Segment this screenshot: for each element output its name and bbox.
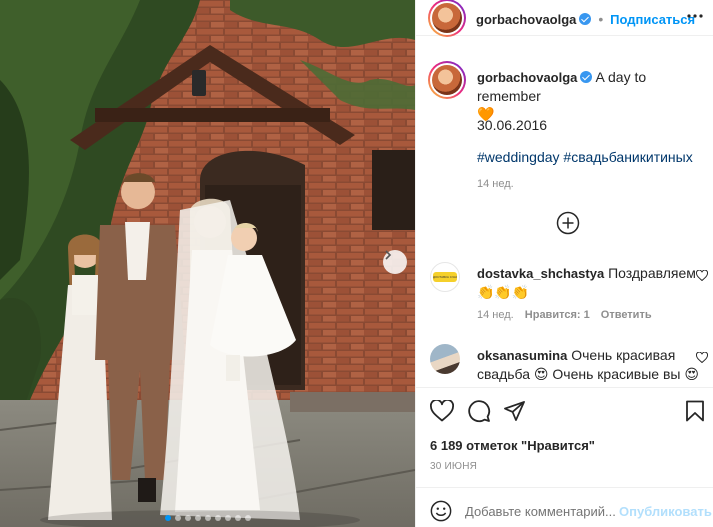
share-paper-plane-icon[interactable] [503, 400, 526, 422]
carousel-dot [224, 515, 231, 521]
comment-text-continued: Очень красивые вы [552, 366, 681, 382]
caption-hashtags: #weddingday #свадьбаникитиных [477, 149, 693, 165]
likes-count[interactable]: 6 189 отметок "Нравится" [430, 438, 595, 453]
comment-meta: 14 нед. Нравится: 1 Ответить [477, 309, 652, 321]
hashtag-link[interactable]: #weddingday [477, 149, 560, 165]
post-date: 30 ИЮНЯ [430, 461, 478, 472]
comment-like-heart-icon[interactable] [696, 270, 708, 281]
comment: dostavka_shchastya Поздравляем 👏👏👏 [477, 264, 697, 301]
follow-button[interactable]: Подписаться [610, 12, 695, 27]
composer-divider [416, 487, 713, 488]
comment-likes[interactable]: Нравится: 1 [525, 309, 590, 321]
caption: gorbachovaolga A day to remember 🧡 [477, 68, 702, 123]
caption-username[interactable]: gorbachovaolga [477, 70, 577, 85]
verified-badge-icon [580, 71, 593, 83]
author-username[interactable]: gorbachovaolga [476, 12, 576, 27]
comment-emoji: 😍 [533, 366, 549, 382]
save-bookmark-icon[interactable] [685, 400, 705, 422]
post-photo[interactable] [0, 0, 415, 527]
comment-input[interactable] [465, 500, 615, 522]
caption-author-avatar[interactable] [428, 61, 466, 99]
comment-emoji: 😍 [684, 366, 699, 382]
comment-bubble-icon[interactable] [467, 399, 491, 423]
commenter-logo: ДОСТАВКА СЧАСТЬЯ [433, 272, 457, 282]
carousel-dot [184, 515, 191, 521]
more-options-icon[interactable] [687, 14, 703, 18]
comment-like-heart-icon[interactable] [696, 352, 708, 363]
carousel-dot [204, 515, 211, 521]
like-heart-icon[interactable] [430, 400, 454, 422]
carousel-dot [234, 515, 241, 521]
comment-text: Поздравляем [608, 265, 696, 281]
wedding-photo-image [0, 0, 415, 527]
comment: oksanasumina Очень красивая свадьба 😍 Оч… [477, 346, 699, 386]
carousel-dot [164, 515, 171, 521]
publish-button[interactable]: Опубликовать [619, 504, 712, 519]
comment-age: 14 нед. [477, 309, 514, 321]
commenter-avatar[interactable]: ДОСТАВКА СЧАСТЬЯ [430, 262, 460, 292]
carousel-dot [194, 515, 201, 521]
chevron-right-icon [385, 250, 392, 260]
author-avatar[interactable] [428, 0, 466, 37]
verified-badge-icon [579, 13, 592, 25]
carousel-dot [244, 515, 251, 521]
carousel-indicator [0, 515, 415, 521]
post-header: gorbachovaolga • Подписаться [416, 0, 713, 37]
carousel-next-button[interactable] [383, 250, 407, 274]
comment-username[interactable]: oksanasumina [477, 348, 567, 363]
comment-username[interactable]: dostavka_shchastya [477, 266, 604, 281]
comment-reply-button[interactable]: Ответить [601, 309, 652, 321]
caption-date-line: 30.06.2016 [477, 117, 548, 133]
load-more-comments-icon[interactable] [556, 211, 580, 235]
post-side-panel: gorbachovaolga • Подписаться gorbachovao… [415, 0, 713, 527]
header-separator: • [598, 11, 604, 27]
emoji-smiley-icon[interactable] [430, 500, 452, 522]
comment-emoji: 👏👏👏 [477, 284, 530, 300]
commenter-avatar[interactable] [430, 344, 460, 374]
action-divider [416, 387, 713, 388]
hashtag-link[interactable]: #свадьбаникитиных [563, 149, 692, 165]
post-age: 14 нед. [477, 178, 514, 190]
carousel-dot [174, 515, 181, 521]
carousel-dot [214, 515, 221, 521]
